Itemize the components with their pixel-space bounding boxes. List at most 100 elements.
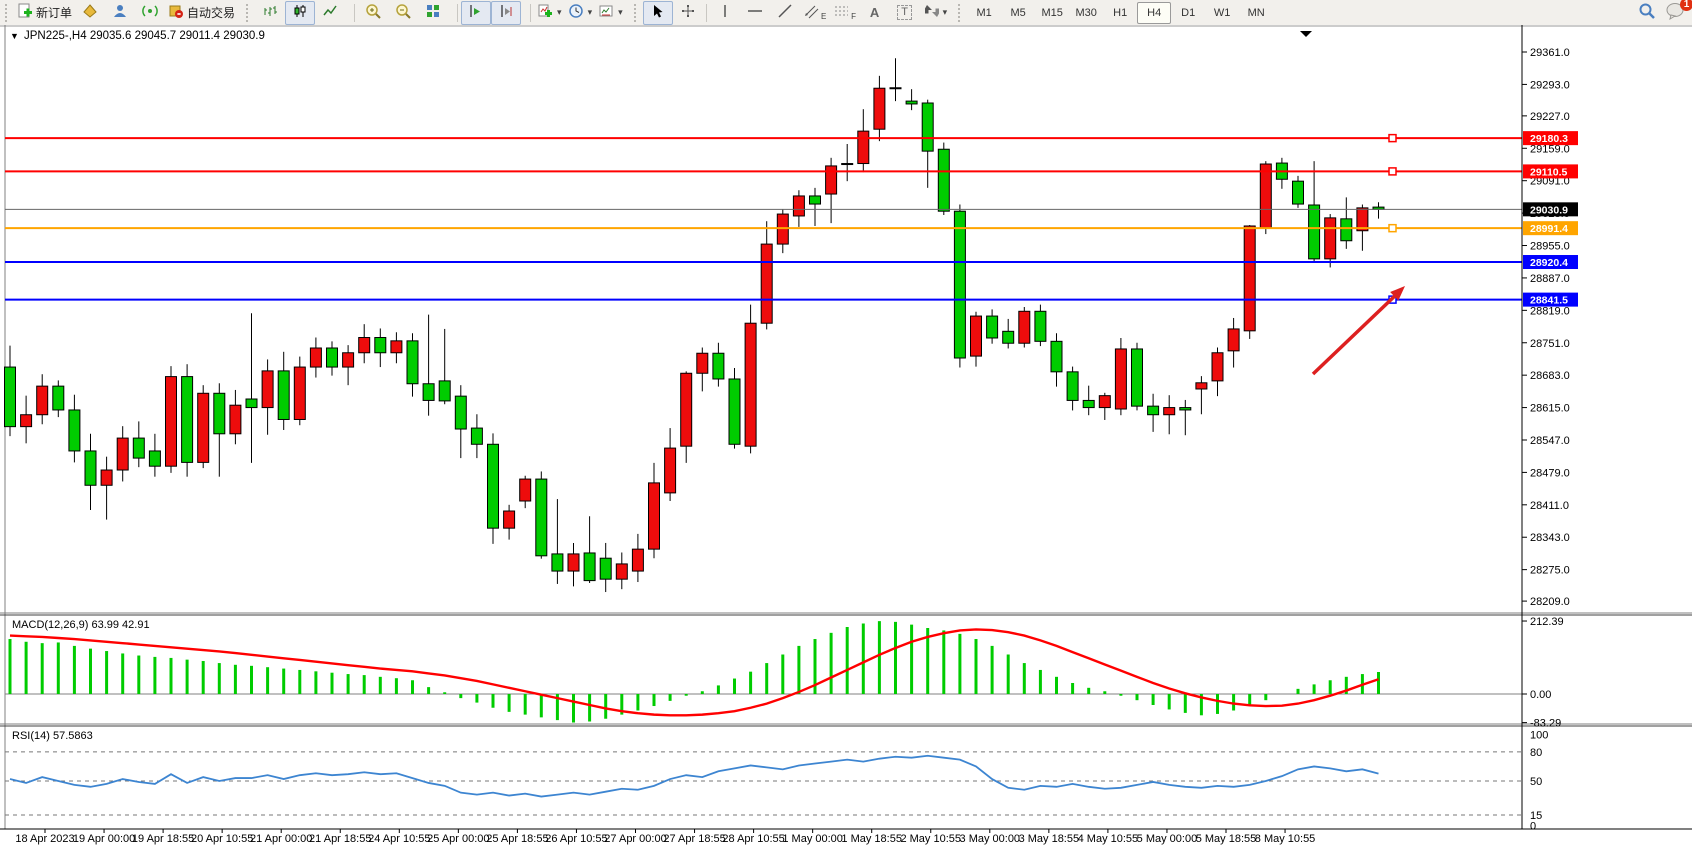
separator [530,4,531,22]
dropdown-caret[interactable]: ▾ [557,7,562,18]
dropdown-caret[interactable]: ▾ [588,7,593,18]
toolbar-right-icons: 1 [1638,0,1686,25]
arrows-button[interactable]: ▾ [920,1,951,25]
price-tick-label: 29361.0 [1530,47,1570,59]
text-label-button[interactable]: T [890,1,920,25]
level-line-handle[interactable] [1389,135,1396,142]
candle-body [954,211,965,358]
line-chart-button[interactable] [315,1,345,25]
candle-body [101,470,112,485]
candle-body [391,341,402,353]
price-tag-label: 29180.3 [1530,133,1568,145]
timeframe-w1[interactable]: W1 [1205,2,1239,24]
vertical-line-button[interactable] [710,1,740,25]
rsi-tick-label: 80 [1530,747,1542,759]
timeframe-mn[interactable]: MN [1239,2,1273,24]
bar-chart-button[interactable] [255,1,285,25]
zoom-in-button[interactable] [358,1,388,25]
candle-body [520,479,531,501]
candle-body [182,377,193,463]
candle-body [858,131,869,163]
candle-body [536,479,547,556]
tile-windows-button[interactable] [418,1,448,25]
metaeditor-button[interactable] [75,1,105,25]
indicators-button[interactable]: ▾ [534,1,565,25]
text-button[interactable]: A [860,1,890,25]
candle-body [198,393,209,462]
timeframe-h4[interactable]: H4 [1137,2,1171,24]
template-chart-icon [598,3,614,22]
community-button[interactable] [105,1,135,25]
chart-shift-icon [498,3,514,22]
candlestick-chart-button[interactable] [285,1,315,25]
time-label: 2 May 10:55 [900,833,961,845]
timeframe-h1[interactable]: H1 [1103,2,1137,24]
candle-body [842,164,853,165]
timeframe-m5[interactable]: M5 [1001,2,1035,24]
candle-body [407,341,418,384]
dropdown-caret[interactable]: ▾ [618,7,623,18]
price-tick-label: 28751.0 [1530,338,1570,350]
price-tick-label: 28615.0 [1530,403,1570,415]
timeframe-m1[interactable]: M1 [967,2,1001,24]
equidistant-channel-button[interactable]: E [800,1,830,25]
search-icon[interactable] [1638,2,1656,23]
cursor-button[interactable] [643,1,673,25]
timeframe-d1[interactable]: D1 [1171,2,1205,24]
zoom-group [348,0,451,25]
price-tick-label: 28209.0 [1530,596,1570,608]
toolbar-grip[interactable] [634,4,641,22]
level-line-handle[interactable] [1389,168,1396,175]
separator [706,4,707,22]
candle-body [37,386,48,415]
toolbar-grip[interactable] [958,4,965,22]
autotrading-label: 自动交易 [187,4,235,21]
zoom-out-button[interactable] [388,1,418,25]
dropdown-caret[interactable]: ▾ [943,7,948,18]
horizontal-line-button[interactable] [740,1,770,25]
candle-body [713,353,724,379]
candle-body [600,558,611,579]
auto-scroll-button[interactable] [461,1,491,25]
candle-body [1051,341,1062,372]
level-line-handle[interactable] [1389,225,1396,232]
main-panel [5,27,1687,613]
price-chart[interactable]: 29361.029293.029227.029159.029091.029023… [0,25,1692,854]
candle-body [616,564,627,579]
fibonacci-button[interactable]: F [830,1,860,25]
autotrading-button[interactable]: 自动交易 [165,1,238,25]
periods-button[interactable]: ▾ [565,1,596,25]
auto-scroll-icon [468,3,484,22]
autotrading-icon [168,3,184,22]
candle-body [1099,396,1110,408]
timeframe-m30[interactable]: M30 [1069,2,1103,24]
timeframe-m15[interactable]: M15 [1035,2,1069,24]
new-order-label: 新订单 [36,4,72,21]
timeframe-group: M1M5M15M30H1H4D1W1MN [953,0,1276,25]
new-order-button[interactable]: 新订单 [14,1,75,25]
text-label-icon: T [897,5,912,20]
time-label: 27 Apr 18:55 [663,833,725,845]
candle-body [69,410,80,451]
candle-body [455,396,466,429]
candle-body [810,196,821,204]
cursor-arrow-icon [651,4,665,22]
candle-body [906,101,917,104]
signals-button[interactable] [135,1,165,25]
trendline-button[interactable] [770,1,800,25]
chat-button[interactable]: 1 [1666,2,1686,23]
macd-tick-label: 0.00 [1530,689,1551,701]
separator [457,4,458,22]
line-chart-icon [322,3,338,22]
toolbar-grip[interactable] [5,4,12,22]
chart-title-dropdown: ▼ [10,31,19,41]
crosshair-button[interactable] [673,1,703,25]
templates-button[interactable]: ▾ [595,1,626,25]
chart-shift-button[interactable] [491,1,521,25]
candle-body [874,88,885,129]
community-person-icon [112,3,128,22]
candle-body [665,448,676,493]
rsi-tick-label: 50 [1530,776,1542,788]
toolbar-grip[interactable] [246,4,253,22]
candle-body [1115,349,1126,409]
